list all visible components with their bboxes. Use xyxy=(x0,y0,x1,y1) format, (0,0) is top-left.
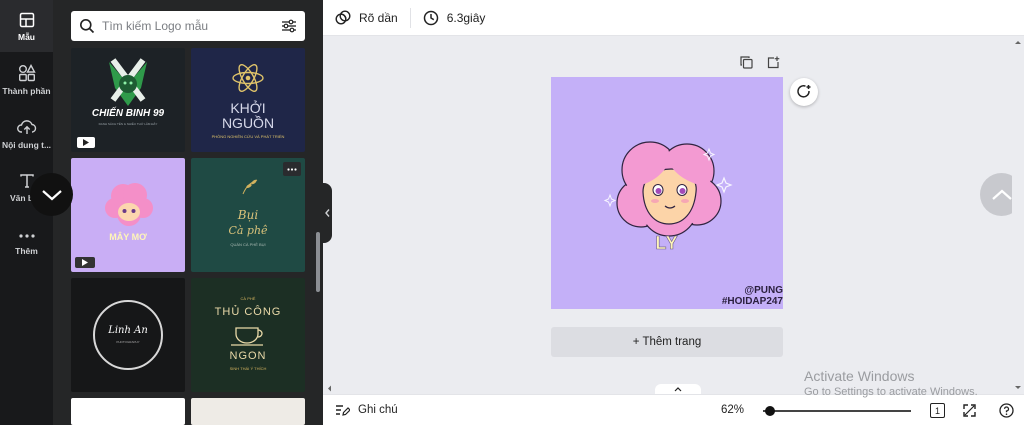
fullscreen-icon[interactable] xyxy=(963,404,976,417)
zoom-value[interactable]: 62% xyxy=(721,404,744,416)
cloud-upload-icon xyxy=(16,120,36,134)
rail-label: Nội dung t... xyxy=(1,140,52,150)
more-icon xyxy=(18,234,35,238)
notes-button[interactable]: Ghi chú xyxy=(335,403,398,417)
chevron-up-icon xyxy=(674,386,682,391)
more-icon xyxy=(287,167,297,171)
pages-drawer-toggle[interactable] xyxy=(655,384,701,394)
tile-subtitle: PHÒNG NGHIÊN CỨU VÀ PHÁT TRIỂN xyxy=(211,134,285,139)
search-box[interactable] xyxy=(71,11,305,41)
rail-item-templates[interactable]: Mẫu xyxy=(0,0,53,52)
tile-title: NGUỒN xyxy=(221,115,275,131)
tile-title: THỦ CÔNG xyxy=(214,306,282,318)
timing-label: 6.3giây xyxy=(446,10,486,25)
template-tile-thu-cong[interactable]: CÀ PHÊ THỦ CÔNG NGON SINH THÁI Ý THÍCH xyxy=(191,278,305,392)
notes-icon xyxy=(336,405,350,416)
zoom-slider[interactable] xyxy=(763,406,911,416)
add-page-button[interactable]: + Thêm trang xyxy=(551,327,783,357)
template-tile-linh-an[interactable]: Linh An PHOTOGRAPHY xyxy=(71,278,185,392)
watermark-handle: @PUNG xyxy=(744,285,783,296)
tile-subtitle: CÀ PHÊ xyxy=(240,296,256,301)
video-badge xyxy=(77,137,95,148)
tile-subtitle: SINH THÁI Ý THÍCH xyxy=(229,366,267,371)
rail-label: Thành phần xyxy=(2,86,51,96)
coffee-cup-icon xyxy=(231,327,263,346)
rail-item-elements[interactable]: Thành phần xyxy=(0,64,53,96)
chevron-down-icon xyxy=(41,189,62,200)
tile-subtitle: QUÁN CÀ PHÊ BỤI xyxy=(230,242,266,247)
tile-title: NGON xyxy=(229,350,267,362)
page-count-button[interactable]: 1 xyxy=(930,403,945,418)
scroll-down-button[interactable] xyxy=(30,173,73,216)
watermark-hashtag: #HOIDAP247 xyxy=(721,296,783,307)
rail-item-uploads[interactable]: Nội dung t... xyxy=(0,118,53,150)
tile-subtitle: PHOTOGRAPHY xyxy=(116,340,140,344)
refresh-plus-icon xyxy=(797,85,811,98)
design-page[interactable]: LY @PUNG #HOIDAP247 xyxy=(551,77,783,309)
watermark-line-1: Activate Windows xyxy=(804,368,915,384)
tile-title: KHỞI xyxy=(230,100,266,116)
play-icon xyxy=(83,139,89,146)
editor-toolbar: Rõ dần 6.3giây xyxy=(323,0,1024,36)
filter-icon[interactable] xyxy=(281,19,297,33)
transition-icon xyxy=(335,9,351,25)
editor-footer: Ghi chú 62% 1 xyxy=(323,394,1024,425)
template-tile-partial[interactable] xyxy=(191,398,305,425)
template-tile-partial[interactable] xyxy=(71,398,185,425)
help-icon[interactable] xyxy=(999,403,1014,418)
collapse-panel-button[interactable] xyxy=(322,183,332,243)
arrow-up-icon xyxy=(1015,41,1021,44)
search-input[interactable] xyxy=(102,19,281,33)
watermark-line-2: Go to Settings to activate Windows. xyxy=(804,386,978,398)
tile-title: CHIẾN BINH 99 xyxy=(91,108,165,119)
template-tile-khoi-nguon[interactable]: KHỞI NGUỒN PHÒNG NGHIÊN CỨU VÀ PHÁT TRIỂ… xyxy=(191,48,305,152)
zoom-slider-thumb[interactable] xyxy=(765,406,776,416)
search-icon xyxy=(80,19,95,34)
chevron-up-icon xyxy=(991,189,1012,200)
template-tile-may-mo[interactable]: MÂY MƠ xyxy=(71,158,185,272)
tile-title: MÂY MƠ xyxy=(109,232,147,242)
cloud-girl-icon xyxy=(105,183,153,226)
canvas-vertical-scrollbar[interactable] xyxy=(1012,36,1024,394)
transparency-button[interactable]: Rõ dần xyxy=(323,0,410,36)
tile-title: Bụi xyxy=(237,208,259,222)
template-tile-chien-binh[interactable]: CHIẾN BINH 99 DANH SÁCH TÊN & NHIỀU THỨ … xyxy=(71,48,185,152)
templates-panel: CHIẾN BINH 99 DANH SÁCH TÊN & NHIỀU THỨ … xyxy=(53,0,323,425)
rail-item-more[interactable]: Thêm xyxy=(0,230,53,256)
regenerate-button[interactable] xyxy=(790,78,818,106)
layout-icon xyxy=(19,12,34,28)
play-icon xyxy=(82,259,88,266)
page-count: 1 xyxy=(934,405,940,416)
tile-subtitle: DANH SÁCH TÊN & NHIỀU THỨ LẮM ĐÂY xyxy=(98,122,158,126)
panel-scrollbar[interactable] xyxy=(316,232,320,292)
duplicate-page-icon[interactable] xyxy=(740,56,753,69)
tile-title: Cà phê xyxy=(228,224,268,237)
rail-label: Mẫu xyxy=(18,32,35,42)
add-page-icon[interactable] xyxy=(767,56,780,69)
notes-label: Ghi chú xyxy=(358,404,398,416)
template-tile-bui-ca-phe[interactable]: Bụi Cà phê QUÁN CÀ PHÊ BỤI xyxy=(191,158,305,272)
transparency-label: Rõ dần xyxy=(359,10,398,25)
atom-icon xyxy=(232,64,264,92)
cloud-girl-illustration xyxy=(603,141,733,237)
timing-button[interactable]: 6.3giây xyxy=(411,0,498,36)
chevron-left-icon xyxy=(324,209,330,217)
tile-title: Linh An xyxy=(108,325,148,336)
arrow-down-icon xyxy=(1015,386,1021,389)
shapes-icon xyxy=(18,64,36,82)
rail-label: Thêm xyxy=(15,246,38,256)
clock-icon xyxy=(423,10,438,25)
activate-windows-watermark: Activate Windows Go to Settings to activ… xyxy=(804,368,978,398)
name-text[interactable]: LY xyxy=(551,233,783,254)
tile-more-button[interactable] xyxy=(283,162,301,176)
video-badge xyxy=(75,257,95,268)
arrow-left-icon xyxy=(328,385,331,392)
